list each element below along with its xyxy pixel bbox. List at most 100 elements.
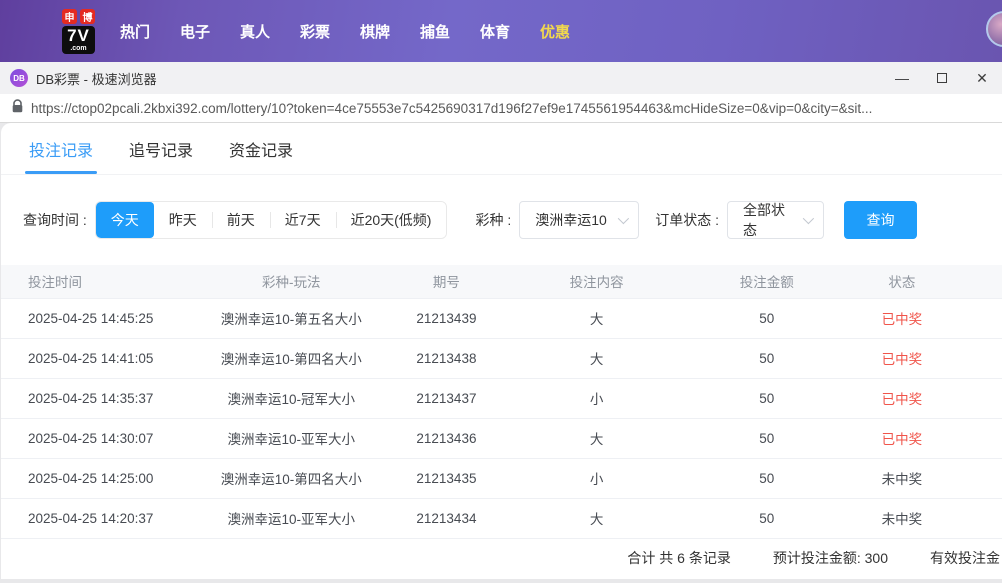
cell-bet-amount: 50 bbox=[692, 498, 842, 538]
header-filler bbox=[962, 265, 1002, 298]
table-row: 2025-04-25 14:25:00 澳洲幸运10-第四名大小 2121343… bbox=[1, 458, 1002, 498]
cell-bet-content: 小 bbox=[501, 458, 691, 498]
lottery-select-value: 澳洲幸运10 bbox=[535, 210, 607, 230]
nav-item-lottery[interactable]: 彩票 bbox=[285, 21, 345, 42]
cell-bet-content: 大 bbox=[501, 418, 691, 458]
cell-issue-number: 21213434 bbox=[391, 498, 501, 538]
cell-bet-amount: 50 bbox=[692, 378, 842, 418]
cell-lottery-play: 澳洲幸运10-亚军大小 bbox=[191, 498, 391, 538]
cell-lottery-play: 澳洲幸运10-第四名大小 bbox=[191, 338, 391, 378]
chevron-down-icon bbox=[803, 213, 814, 224]
tab-bet-records[interactable]: 投注记录 bbox=[29, 123, 93, 174]
cell-bet-time: 2025-04-25 14:25:00 bbox=[1, 458, 191, 498]
logo-badge-shen: 申 bbox=[62, 9, 77, 24]
nav-item-live[interactable]: 真人 bbox=[225, 21, 285, 42]
cell-issue-number: 21213435 bbox=[391, 458, 501, 498]
cell-filler bbox=[962, 418, 1002, 458]
browser-title-bar: DB DB彩票 - 极速浏览器 — ✕ bbox=[0, 62, 1002, 94]
cell-bet-content: 大 bbox=[501, 338, 691, 378]
logo-badges: 申 博 bbox=[62, 9, 95, 24]
logo-com-text: .com bbox=[67, 45, 90, 52]
cell-lottery-play: 澳洲幸运10-第五名大小 bbox=[191, 298, 391, 338]
header-bet-amount: 投注金额 bbox=[692, 265, 842, 298]
time-option-7days[interactable]: 近7天 bbox=[270, 202, 336, 238]
time-option-today[interactable]: 今天 bbox=[96, 202, 154, 238]
summary-expected-amount: 预计投注金额: 300 bbox=[773, 548, 888, 568]
time-option-20days[interactable]: 近20天(低频) bbox=[336, 202, 447, 238]
cell-bet-time: 2025-04-25 14:20:37 bbox=[1, 498, 191, 538]
cell-filler bbox=[962, 458, 1002, 498]
table-row: 2025-04-25 14:35:37 澳洲幸运10-冠军大小 21213437… bbox=[1, 378, 1002, 418]
order-status-select[interactable]: 全部状态 bbox=[727, 201, 824, 239]
cell-bet-amount: 50 bbox=[692, 458, 842, 498]
table-row: 2025-04-25 14:41:05 澳洲幸运10-第四名大小 2121343… bbox=[1, 338, 1002, 378]
close-button[interactable]: ✕ bbox=[962, 62, 1002, 94]
time-option-day-before[interactable]: 前天 bbox=[212, 202, 270, 238]
site-top-nav: 申 博 7V .com 热门 电子 真人 彩票 棋牌 捕鱼 体育 优惠 bbox=[0, 0, 1002, 62]
logo-badge-bo: 博 bbox=[80, 9, 95, 24]
header-bet-time: 投注时间 bbox=[1, 265, 191, 298]
site-logo[interactable]: 申 博 7V .com bbox=[62, 9, 95, 54]
cell-bet-amount: 50 bbox=[692, 338, 842, 378]
lottery-records-page: 投注记录 追号记录 资金记录 查询时间 : 今天 昨天 前天 近7天 近20天(… bbox=[1, 123, 1002, 579]
nav-item-chess[interactable]: 棋牌 bbox=[345, 21, 405, 42]
tab-fund-records[interactable]: 资金记录 bbox=[229, 123, 293, 174]
logo-main: 7V .com bbox=[62, 26, 95, 54]
table-row: 2025-04-25 14:45:25 澳洲幸运10-第五名大小 2121343… bbox=[1, 298, 1002, 338]
browser-viewport: 投注记录 追号记录 资金记录 查询时间 : 今天 昨天 前天 近7天 近20天(… bbox=[0, 123, 1002, 583]
nav-item-fishing[interactable]: 捕鱼 bbox=[405, 21, 465, 42]
window-controls: — ✕ bbox=[882, 62, 1002, 94]
summary-total-records: 合计 共 6 条记录 bbox=[627, 548, 730, 568]
cell-bet-amount: 50 bbox=[692, 418, 842, 458]
minimize-button[interactable]: — bbox=[882, 62, 922, 94]
chevron-down-icon bbox=[618, 213, 629, 224]
cell-issue-number: 21213437 bbox=[391, 378, 501, 418]
cell-bet-content: 大 bbox=[501, 498, 691, 538]
browser-favicon: DB bbox=[10, 69, 28, 87]
address-input[interactable]: https://ctop02pcali.2kbxi392.com/lottery… bbox=[31, 101, 994, 116]
cell-lottery-play: 澳洲幸运10-冠军大小 bbox=[191, 378, 391, 418]
site-nav-menu: 热门 电子 真人 彩票 棋牌 捕鱼 体育 优惠 bbox=[105, 21, 585, 42]
cell-status: 已中奖 bbox=[842, 298, 962, 338]
lottery-filter-label: 彩种 : bbox=[475, 210, 511, 230]
time-option-yesterday[interactable]: 昨天 bbox=[154, 202, 212, 238]
bet-records-table: 投注时间 彩种-玩法 期号 投注内容 投注金额 状态 2025-04-25 14… bbox=[1, 265, 1002, 538]
summary-bar: 合计 共 6 条记录 预计投注金额: 300 有效投注金 bbox=[1, 538, 1002, 577]
order-status-label: 订单状态 : bbox=[655, 210, 719, 230]
cell-status: 已中奖 bbox=[842, 378, 962, 418]
filter-bar: 查询时间 : 今天 昨天 前天 近7天 近20天(低频) 彩种 : 澳洲幸运10… bbox=[23, 201, 1002, 239]
cell-bet-time: 2025-04-25 14:30:07 bbox=[1, 418, 191, 458]
cell-filler bbox=[962, 378, 1002, 418]
cell-bet-time: 2025-04-25 14:35:37 bbox=[1, 378, 191, 418]
table-header-row: 投注时间 彩种-玩法 期号 投注内容 投注金额 状态 bbox=[1, 265, 1002, 298]
ssl-lock-icon bbox=[12, 99, 23, 118]
browser-url-bar: https://ctop02pcali.2kbxi392.com/lottery… bbox=[0, 94, 1002, 123]
maximize-button[interactable] bbox=[922, 62, 962, 94]
header-issue-number: 期号 bbox=[391, 265, 501, 298]
cell-bet-content: 小 bbox=[501, 378, 691, 418]
cell-status: 已中奖 bbox=[842, 338, 962, 378]
cell-filler bbox=[962, 298, 1002, 338]
nav-item-promo[interactable]: 优惠 bbox=[525, 21, 585, 42]
record-tabs: 投注记录 追号记录 资金记录 bbox=[1, 123, 1002, 175]
nav-item-sports[interactable]: 体育 bbox=[465, 21, 525, 42]
window-title: DB彩票 - 极速浏览器 bbox=[36, 69, 157, 88]
time-range-group: 今天 昨天 前天 近7天 近20天(低频) bbox=[95, 201, 448, 239]
header-lottery-play: 彩种-玩法 bbox=[191, 265, 391, 298]
summary-valid-amount: 有效投注金 bbox=[930, 548, 1000, 568]
header-bet-content: 投注内容 bbox=[501, 265, 691, 298]
cell-lottery-play: 澳洲幸运10-亚军大小 bbox=[191, 418, 391, 458]
cell-status: 未中奖 bbox=[842, 498, 962, 538]
header-status: 状态 bbox=[842, 265, 962, 298]
cell-lottery-play: 澳洲幸运10-第四名大小 bbox=[191, 458, 391, 498]
time-filter-label: 查询时间 : bbox=[23, 210, 87, 230]
cell-status: 未中奖 bbox=[842, 458, 962, 498]
query-button[interactable]: 查询 bbox=[844, 201, 917, 239]
lottery-select[interactable]: 澳洲幸运10 bbox=[519, 201, 639, 239]
cell-bet-time: 2025-04-25 14:45:25 bbox=[1, 298, 191, 338]
nav-item-hot[interactable]: 热门 bbox=[105, 21, 165, 42]
tab-chase-records[interactable]: 追号记录 bbox=[129, 123, 193, 174]
nav-item-slots[interactable]: 电子 bbox=[165, 21, 225, 42]
cell-status: 已中奖 bbox=[842, 418, 962, 458]
floating-avatar-icon[interactable] bbox=[986, 11, 1002, 47]
